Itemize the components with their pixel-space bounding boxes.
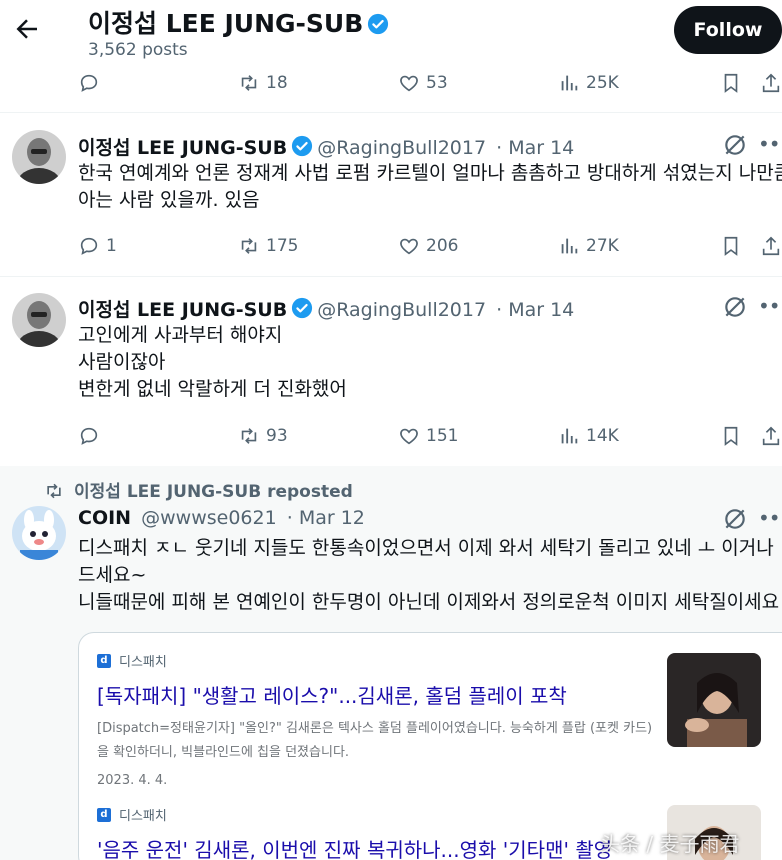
news-title[interactable]: [독자패치] "생활고 레이스?"...김새론, 홀덤 플레이 포착: [97, 680, 657, 709]
news-source: d 디스패치: [97, 805, 657, 824]
dispatch-logo-icon: d: [97, 653, 111, 668]
share-button[interactable]: [760, 231, 782, 261]
more-options-icon[interactable]: •••: [758, 506, 782, 530]
share-icon: [762, 426, 780, 446]
bookmark-button[interactable]: [720, 231, 748, 261]
heart-icon: [400, 238, 418, 255]
tweet-date[interactable]: · Mar 14: [496, 137, 574, 159]
views-button[interactable]: 14K: [558, 421, 619, 451]
tweet-header: 이정섭 LEE JUNG-SUB @RagingBull2017 · Mar 14: [78, 133, 574, 160]
views-chart-icon: [561, 428, 578, 444]
reply-button[interactable]: [78, 68, 106, 98]
views-chart-icon: [561, 75, 578, 91]
author-handle[interactable]: @wwwse0621: [141, 507, 277, 529]
tweet-actions: 18 53 25K: [78, 68, 782, 98]
post-count: 3,562 posts: [88, 40, 188, 60]
repost-label[interactable]: 이정섭 LEE JUNG-SUB reposted: [44, 477, 353, 502]
repost-icon: [241, 238, 257, 254]
more-options-icon[interactable]: •••: [758, 294, 782, 318]
avatar[interactable]: [12, 506, 66, 560]
news-snippet: [Dispatch=정태윤기자] "올인?" 김새론은 텍사스 홀덤 플레이어였…: [97, 721, 653, 760]
author-name[interactable]: COIN: [78, 507, 131, 529]
verified-badge-icon: [292, 297, 313, 319]
avatar[interactable]: [12, 293, 66, 347]
news-card[interactable]: d 디스패치 [독자패치] "생활고 레이스?"...김새론, 홀덤 플레이 포착…: [78, 632, 782, 860]
watermark: 头条 / 麦子雨君: [600, 832, 740, 856]
tweet-header: COIN @wwwse0621 · Mar 12: [78, 507, 365, 529]
bookmark-button[interactable]: [720, 68, 748, 98]
grok-icon[interactable]: [722, 506, 748, 532]
profile-header: 이정섭 LEE JUNG-SUB 3,562 posts Follow: [0, 0, 782, 66]
repost-icon: [241, 75, 257, 91]
avatar[interactable]: [12, 130, 66, 184]
divider: [0, 112, 782, 113]
repost-button[interactable]: 18: [238, 68, 288, 98]
dispatch-logo-icon: d: [97, 807, 111, 822]
reply-button[interactable]: [78, 421, 106, 451]
views-button[interactable]: 27K: [558, 231, 619, 261]
views-chart-icon: [561, 238, 578, 254]
like-button[interactable]: 206: [398, 231, 458, 261]
follow-button[interactable]: Follow: [674, 6, 782, 54]
share-icon: [762, 236, 780, 256]
tweet-date[interactable]: · Mar 12: [287, 507, 365, 529]
repost-icon: [47, 483, 61, 499]
bookmark-button[interactable]: [720, 421, 748, 451]
grok-icon[interactable]: [722, 132, 748, 158]
heart-icon: [400, 75, 418, 92]
bookmark-icon: [724, 236, 738, 256]
verified-badge-icon: [292, 135, 313, 157]
tweet-actions: 93 151 14K: [78, 421, 782, 451]
divider: [0, 276, 782, 277]
tweet-actions: 1 175 206 27K: [78, 231, 782, 261]
bookmark-icon: [724, 426, 738, 446]
share-icon: [762, 73, 780, 93]
profile-title: 이정섭 LEE JUNG-SUB: [88, 4, 389, 40]
author-name[interactable]: 이정섭 LEE JUNG-SUB: [78, 299, 287, 321]
news-title[interactable]: '음주 운전' 김새론, 이번엔 진짜 복귀하나...영화 '기타맨' 촬영: [97, 834, 657, 860]
grok-icon[interactable]: [722, 294, 748, 320]
tweet-text: 고인에게 사과부터 해야지 사람이잖아 변한게 없네 악랄하게 더 진화했어: [78, 324, 347, 400]
tweet-text: 한국 연예계와 언론 정재계 사법 로펌 카르텔이 얼마나 촘촘하고 방대하게 …: [78, 162, 782, 211]
news-thumbnail[interactable]: [667, 653, 761, 747]
news-source: d 디스패치: [97, 651, 657, 670]
repost-button[interactable]: 93: [238, 421, 288, 451]
share-button[interactable]: [760, 421, 782, 451]
heart-icon: [400, 428, 418, 445]
more-options-icon[interactable]: •••: [758, 132, 782, 156]
reply-icon: [80, 427, 98, 445]
like-button[interactable]: 151: [398, 421, 458, 451]
tweet-date[interactable]: · Mar 14: [496, 299, 574, 321]
author-name[interactable]: 이정섭 LEE JUNG-SUB: [78, 137, 287, 159]
news-item[interactable]: d 디스패치 '음주 운전' 김새론, 이번엔 진짜 복귀하나...영화 '기타맨…: [97, 805, 657, 860]
news-date: 2023. 4. 4.: [97, 773, 168, 788]
back-arrow-icon[interactable]: [12, 14, 42, 44]
like-button[interactable]: 53: [398, 68, 448, 98]
news-item[interactable]: d 디스패치 [독자패치] "생활고 레이스?"...김새론, 홀덤 플레이 포착…: [97, 651, 657, 788]
bookmark-icon: [724, 73, 738, 93]
verified-badge-icon: [368, 13, 389, 35]
reply-icon: [80, 237, 98, 255]
repost-icon: [241, 428, 257, 444]
reply-icon: [80, 74, 98, 92]
tweet-text: 디스패치 ㅈㄴ 웃기네 지들도 한통속이었으면서 이제 와서 세탁기 돌리고 있…: [78, 537, 780, 613]
author-handle[interactable]: @RagingBull2017: [317, 137, 486, 159]
author-handle[interactable]: @RagingBull2017: [317, 299, 486, 321]
views-button[interactable]: 25K: [558, 68, 619, 98]
share-button[interactable]: [760, 68, 782, 98]
reply-button[interactable]: 1: [78, 231, 117, 261]
repost-button[interactable]: 175: [238, 231, 298, 261]
tweet-header: 이정섭 LEE JUNG-SUB @RagingBull2017 · Mar 14: [78, 295, 574, 322]
